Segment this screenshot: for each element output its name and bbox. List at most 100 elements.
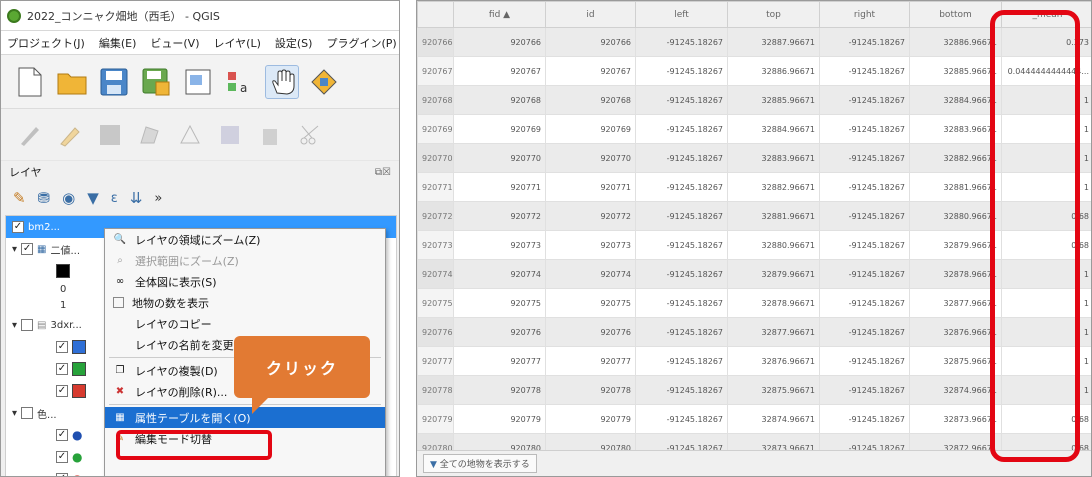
column-header-id[interactable]: id bbox=[545, 1, 636, 28]
table-cell[interactable]: -91245.18267 bbox=[819, 346, 910, 376]
print-layout-button[interactable] bbox=[181, 65, 215, 99]
row-header-cell[interactable]: 920773 bbox=[417, 230, 454, 260]
table-cell[interactable]: -91245.18267 bbox=[819, 404, 910, 434]
table-cell[interactable]: 920766 bbox=[453, 27, 546, 57]
table-cell[interactable]: 920769 bbox=[453, 114, 546, 144]
table-cell[interactable]: -91245.18267 bbox=[819, 114, 910, 144]
menu-show-in-overview[interactable]: ∞ 全体図に表示(S) bbox=[105, 271, 385, 292]
menu-project[interactable]: プロジェクト(J) bbox=[7, 35, 85, 51]
menu-settings[interactable]: 設定(S) bbox=[275, 35, 313, 51]
table-cell[interactable]: 32878.96671 bbox=[727, 288, 820, 318]
table-cell[interactable]: 32877.96671 bbox=[909, 288, 1002, 318]
table-cell[interactable]: 920768 bbox=[545, 85, 636, 115]
row-header-cell[interactable]: 920774 bbox=[417, 259, 454, 289]
layer-style-icon[interactable]: ✎ bbox=[13, 189, 26, 207]
table-cell[interactable]: 920778 bbox=[545, 375, 636, 405]
menu-edit[interactable]: 編集(E) bbox=[99, 35, 137, 51]
table-cell[interactable]: 920774 bbox=[545, 259, 636, 289]
table-cell[interactable]: 920772 bbox=[545, 201, 636, 231]
table-cell[interactable]: 32878.96671 bbox=[909, 259, 1002, 289]
table-cell[interactable]: -91245.18267 bbox=[635, 27, 728, 57]
style-manager-button[interactable]: a bbox=[223, 65, 257, 99]
pan-tool-button[interactable] bbox=[265, 64, 299, 99]
save-project-button[interactable] bbox=[97, 65, 131, 99]
table-cell[interactable]: 32883.96671 bbox=[727, 143, 820, 173]
point-checkbox[interactable]: ✓ bbox=[56, 473, 68, 476]
row-header-cell[interactable]: 920767 bbox=[417, 56, 454, 86]
table-cell[interactable]: -91245.18267 bbox=[819, 230, 910, 260]
table-cell[interactable]: -91245.18267 bbox=[819, 56, 910, 86]
pan-to-selection-button[interactable] bbox=[307, 65, 341, 99]
menu-view[interactable]: ビュー(V) bbox=[150, 35, 199, 51]
table-cell[interactable]: 32880.96671 bbox=[727, 230, 820, 260]
digitize-extra-button[interactable] bbox=[215, 120, 245, 150]
row-header-cell[interactable]: 920766 bbox=[417, 27, 454, 57]
table-cell[interactable]: 920776 bbox=[545, 317, 636, 347]
table-cell[interactable]: 32881.96671 bbox=[909, 172, 1002, 202]
table-cell[interactable]: -91245.18267 bbox=[635, 404, 728, 434]
table-cell[interactable]: 920777 bbox=[545, 346, 636, 376]
more-icon[interactable]: » bbox=[154, 191, 162, 206]
filter-icon[interactable]: ▼ bbox=[87, 189, 99, 207]
table-cell[interactable]: -91245.18267 bbox=[819, 27, 910, 57]
vertex-tool-button[interactable] bbox=[175, 120, 205, 150]
add-group-icon[interactable]: ⛃ bbox=[38, 189, 51, 207]
table-cell[interactable]: 920767 bbox=[545, 56, 636, 86]
table-cell[interactable]: 920772 bbox=[453, 201, 546, 231]
table-cell[interactable]: 32886.96671 bbox=[727, 56, 820, 86]
menu-zoom-to-layer[interactable]: 🔍 レイヤの領域にズーム(Z) bbox=[105, 229, 385, 250]
table-cell[interactable]: 32874.96671 bbox=[909, 375, 1002, 405]
table-cell[interactable]: 32887.96671 bbox=[727, 27, 820, 57]
table-cell[interactable]: 920776 bbox=[453, 317, 546, 347]
column-header-fid[interactable]: fid ▲ bbox=[453, 1, 546, 28]
table-cell[interactable]: 32875.96671 bbox=[727, 375, 820, 405]
table-cell[interactable]: 32877.96671 bbox=[727, 317, 820, 347]
table-cell[interactable]: 920771 bbox=[453, 172, 546, 202]
table-cell[interactable]: -91245.18267 bbox=[635, 317, 728, 347]
row-header-cell[interactable]: 920768 bbox=[417, 85, 454, 115]
collapse-arrow-icon[interactable]: ▾ bbox=[12, 320, 17, 331]
table-cell[interactable]: -91245.18267 bbox=[819, 143, 910, 173]
table-cell[interactable]: 920779 bbox=[545, 404, 636, 434]
point-checkbox[interactable]: ✓ bbox=[56, 451, 68, 463]
table-cell[interactable]: 32882.96671 bbox=[909, 143, 1002, 173]
show-all-features-button[interactable]: ▼ 全ての地物を表示する bbox=[423, 454, 537, 473]
table-cell[interactable]: 32882.96671 bbox=[727, 172, 820, 202]
table-cell[interactable]: 32879.96671 bbox=[727, 259, 820, 289]
table-cell[interactable]: 32885.96671 bbox=[727, 85, 820, 115]
panel-float-close-icons[interactable]: ⧉☒ bbox=[375, 167, 391, 178]
table-cell[interactable]: 920773 bbox=[545, 230, 636, 260]
table-cell[interactable]: 920775 bbox=[453, 288, 546, 318]
table-cell[interactable]: 32880.96671 bbox=[909, 201, 1002, 231]
table-cell[interactable]: 920778 bbox=[453, 375, 546, 405]
row-header-cell[interactable]: 920772 bbox=[417, 201, 454, 231]
table-cell[interactable]: -91245.18267 bbox=[635, 259, 728, 289]
add-feature-button[interactable] bbox=[135, 120, 165, 150]
table-cell[interactable]: 32881.96671 bbox=[727, 201, 820, 231]
collapse-arrow-icon[interactable]: ▾ bbox=[12, 244, 17, 255]
table-cell[interactable]: 920774 bbox=[453, 259, 546, 289]
band-checkbox[interactable]: ✓ bbox=[56, 363, 68, 375]
band-checkbox[interactable]: ✓ bbox=[56, 385, 68, 397]
menu-plugins[interactable]: プラグイン(P) bbox=[326, 35, 396, 51]
table-cell[interactable]: 32876.96671 bbox=[727, 346, 820, 376]
menu-open-attribute-table[interactable]: ▦ 属性テーブルを開く(O) bbox=[105, 407, 385, 428]
current-edits-button[interactable] bbox=[15, 120, 45, 150]
table-cell[interactable]: 920768 bbox=[453, 85, 546, 115]
table-cell[interactable]: -91245.18267 bbox=[635, 375, 728, 405]
layer-visibility-checkbox[interactable] bbox=[21, 407, 34, 419]
table-cell[interactable]: 920777 bbox=[453, 346, 546, 376]
table-cell[interactable]: 920771 bbox=[545, 172, 636, 202]
delete-selected-button[interactable] bbox=[255, 120, 285, 150]
column-header-bottom[interactable]: bottom bbox=[909, 1, 1002, 28]
eye-icon[interactable]: ◉ bbox=[62, 189, 75, 207]
table-cell[interactable]: -91245.18267 bbox=[819, 85, 910, 115]
table-cell[interactable]: 32884.96671 bbox=[909, 85, 1002, 115]
layer-visibility-checkbox[interactable]: ✓ bbox=[12, 221, 24, 233]
open-project-button[interactable] bbox=[55, 65, 89, 99]
table-cell[interactable]: -91245.18267 bbox=[635, 201, 728, 231]
menu-copy-layer[interactable]: レイヤのコピー bbox=[105, 313, 385, 334]
row-header-cell[interactable]: 920771 bbox=[417, 172, 454, 202]
table-cell[interactable]: 920767 bbox=[453, 56, 546, 86]
table-cell[interactable]: 32876.96671 bbox=[909, 317, 1002, 347]
